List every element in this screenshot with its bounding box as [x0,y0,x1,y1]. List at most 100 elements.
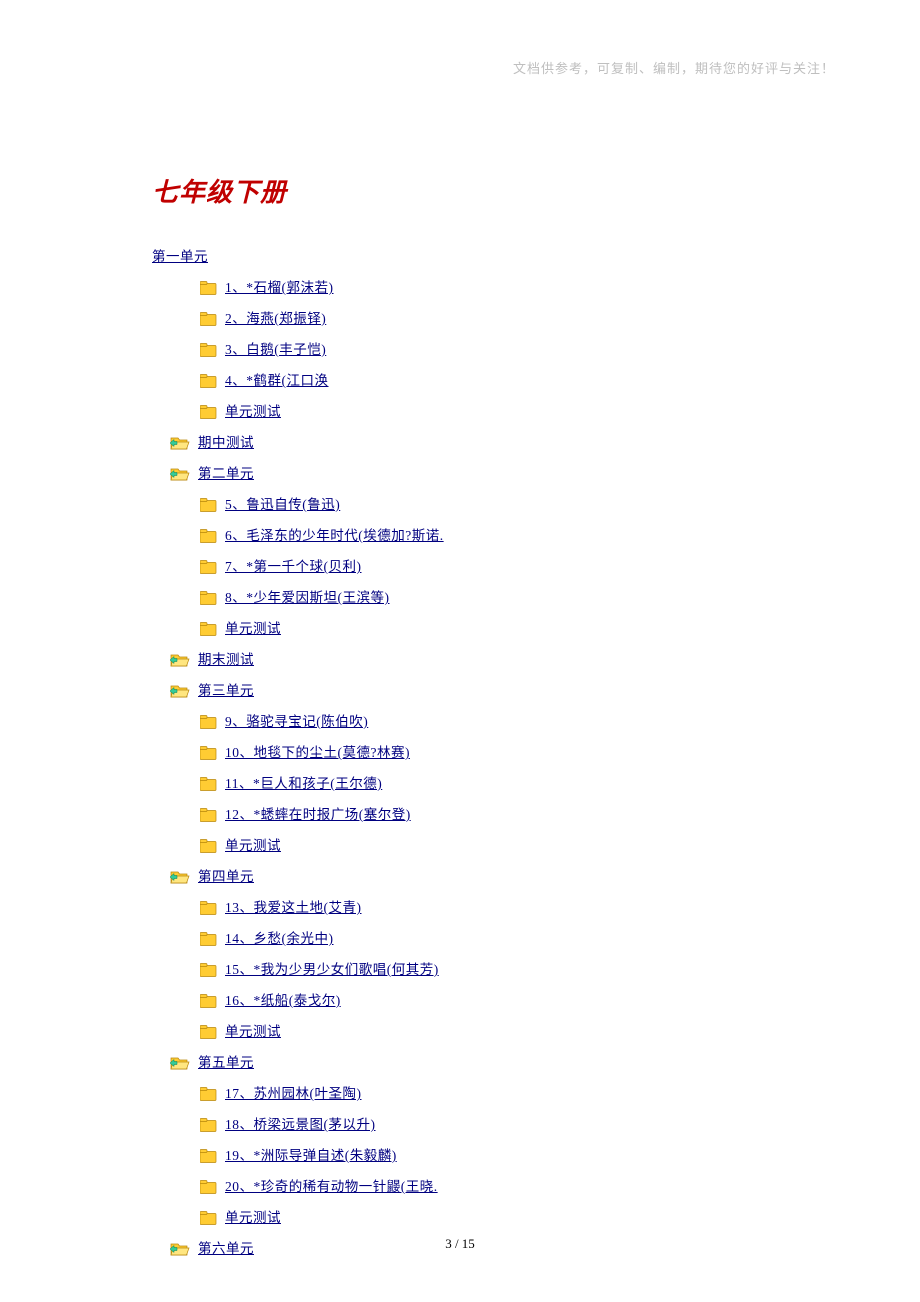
folder-closed-icon [200,839,217,853]
toc-item: 16、*纸船(泰戈尔) [200,985,772,1016]
toc-link[interactable]: 12、*蟋蟀在时报广场(塞尔登) [225,799,411,830]
toc-link[interactable]: 9、骆驼寻宝记(陈伯吹) [225,706,368,737]
toc-link[interactable]: 第二单元 [198,458,254,489]
folder-closed-icon [200,746,217,760]
toc-item: 8、*少年爱因斯坦(王滨等) [200,582,772,613]
folder-closed-icon [200,374,217,388]
toc-item: 20、*珍奇的稀有动物一针鼹(王晓. [200,1171,772,1202]
folder-closed-icon [200,932,217,946]
toc-item: 17、苏州园林(叶圣陶) [200,1078,772,1109]
folder-open-icon [170,653,190,667]
toc-item: 15、*我为少男少女们歌唱(何其芳) [200,954,772,985]
toc-link[interactable]: 14、乡愁(余光中) [225,923,334,954]
toc-link[interactable]: 单元测试 [225,1016,281,1047]
folder-closed-icon [200,343,217,357]
folder-closed-icon [200,560,217,574]
toc-link[interactable]: 单元测试 [225,396,281,427]
toc-item: 7、*第一千个球(贝利) [200,551,772,582]
folder-open-icon [170,436,190,450]
toc-item: 18、桥梁远景图(茅以升) [200,1109,772,1140]
toc-tree: 第一单元 1、*石榴(郭沫若)2、海燕(郑振铎)3、白鹅(丰子恺)4、*鹤群(江口… [152,241,772,1264]
toc-item: 期中测试 [170,427,772,458]
toc-link[interactable]: 18、桥梁远景图(茅以升) [225,1109,376,1140]
folder-open-icon [170,684,190,698]
toc-item: 13、我爱这土地(艾青) [200,892,772,923]
toc-link[interactable]: 7、*第一千个球(贝利) [225,551,362,582]
toc-item: 19、*洲际导弹自述(朱毅麟) [200,1140,772,1171]
toc-item: 12、*蟋蟀在时报广场(塞尔登) [200,799,772,830]
toc-item: 2、海燕(郑振铎) [200,303,772,334]
toc-item: 5、鲁迅自传(鲁迅) [200,489,772,520]
folder-closed-icon [200,1118,217,1132]
toc-link[interactable]: 第四单元 [198,861,254,892]
folder-closed-icon [200,715,217,729]
toc-item: 单元测试 [200,396,772,427]
toc-item: 6、毛泽东的少年时代(埃德加?斯诺. [200,520,772,551]
toc-item: 第三单元 [170,675,772,706]
toc-link[interactable]: 16、*纸船(泰戈尔) [225,985,341,1016]
folder-open-icon [170,1056,190,1070]
toc-item: 单元测试 [200,1202,772,1233]
toc-link[interactable]: 单元测试 [225,613,281,644]
folder-closed-icon [200,1149,217,1163]
toc-item: 9、骆驼寻宝记(陈伯吹) [200,706,772,737]
folder-closed-icon [200,1211,217,1225]
header-note: 文档供参考，可复制、编制，期待您的好评与关注！ [513,58,835,77]
folder-closed-icon [200,963,217,977]
toc-link[interactable]: 4、*鹤群(江口涣 [225,365,329,396]
toc-link[interactable]: 3、白鹅(丰子恺) [225,334,326,365]
toc-link[interactable]: 17、苏州园林(叶圣陶) [225,1078,362,1109]
toc-item: 第二单元 [170,458,772,489]
toc-item: 11、*巨人和孩子(王尔德) [200,768,772,799]
toc-link[interactable]: 8、*少年爱因斯坦(王滨等) [225,582,390,613]
folder-closed-icon [200,591,217,605]
toc-item: 期末测试 [170,644,772,675]
toc-link[interactable]: 19、*洲际导弹自述(朱毅麟) [225,1140,397,1171]
toc-item: 单元测试 [200,830,772,861]
toc-link[interactable]: 13、我爱这土地(艾青) [225,892,362,923]
toc-link[interactable]: 单元测试 [225,830,281,861]
folder-closed-icon [200,901,217,915]
folder-closed-icon [200,312,217,326]
toc-item: 单元测试 [200,613,772,644]
toc-link[interactable]: 11、*巨人和孩子(王尔德) [225,768,382,799]
toc-link[interactable]: 10、地毯下的尘土(莫德?林赛) [225,737,410,768]
toc-link[interactable]: 5、鲁迅自传(鲁迅) [225,489,340,520]
toc-item: 第四单元 [170,861,772,892]
toc-item: 第五单元 [170,1047,772,1078]
page-number: 3 / 15 [0,1236,920,1252]
toc-item: 4、*鹤群(江口涣 [200,365,772,396]
toc-link[interactable]: 2、海燕(郑振铎) [225,303,326,334]
folder-closed-icon [200,1180,217,1194]
toc-link[interactable]: 第一单元 [152,241,208,272]
folder-open-icon [170,870,190,884]
folder-closed-icon [200,1087,217,1101]
toc-link[interactable]: 20、*珍奇的稀有动物一针鼹(王晓. [225,1171,438,1202]
toc-link[interactable]: 单元测试 [225,1202,281,1233]
toc-item: 14、乡愁(余光中) [200,923,772,954]
toc-item: 3、白鹅(丰子恺) [200,334,772,365]
content-area: 七年级下册 第一单元 1、*石榴(郭沫若)2、海燕(郑振铎)3、白鹅(丰子恺)4、… [152,172,772,1264]
folder-closed-icon [200,498,217,512]
folder-closed-icon [200,777,217,791]
toc-link[interactable]: 期中测试 [198,427,254,458]
toc-item: 第一单元 [152,241,772,272]
page-title: 七年级下册 [152,172,772,209]
toc-link[interactable]: 1、*石榴(郭沫若) [225,272,334,303]
folder-open-icon [170,467,190,481]
folder-closed-icon [200,529,217,543]
toc-link[interactable]: 第五单元 [198,1047,254,1078]
toc-item: 10、地毯下的尘土(莫德?林赛) [200,737,772,768]
toc-link[interactable]: 期末测试 [198,644,254,675]
folder-closed-icon [200,994,217,1008]
toc-link[interactable]: 第三单元 [198,675,254,706]
folder-closed-icon [200,1025,217,1039]
toc-link[interactable]: 6、毛泽东的少年时代(埃德加?斯诺. [225,520,444,551]
toc-item: 1、*石榴(郭沫若) [200,272,772,303]
folder-closed-icon [200,808,217,822]
folder-closed-icon [200,405,217,419]
toc-item: 单元测试 [200,1016,772,1047]
toc-link[interactable]: 15、*我为少男少女们歌唱(何其芳) [225,954,439,985]
folder-closed-icon [200,622,217,636]
folder-closed-icon [200,281,217,295]
